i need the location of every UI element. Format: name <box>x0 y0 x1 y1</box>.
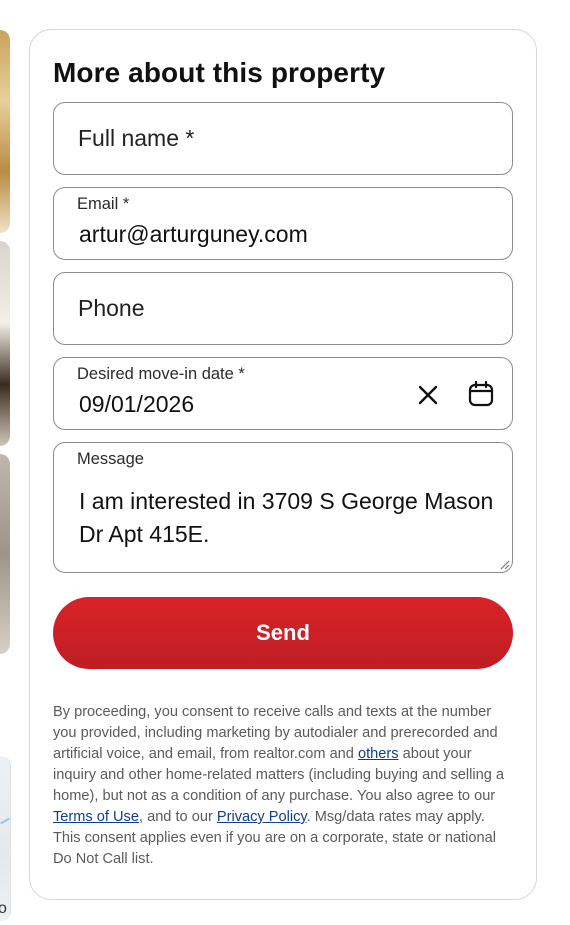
listing-photo[interactable] <box>0 454 10 654</box>
listing-photo[interactable] <box>0 30 10 233</box>
listing-photo[interactable] <box>0 241 10 446</box>
email-value[interactable]: artur@arturguney.com <box>79 221 308 248</box>
close-icon[interactable] <box>416 383 440 407</box>
send-button[interactable]: Send <box>53 597 513 669</box>
map-label-fragment: o <box>0 900 7 917</box>
form-title: More about this property <box>53 57 386 88</box>
move-in-date-label: Desired move-in date * <box>77 365 245 383</box>
email-label: Email * <box>77 195 130 213</box>
move-in-date-field[interactable]: Desired move-in date * 09/01/2026 <box>53 357 513 430</box>
message-label: Message <box>77 450 144 468</box>
resize-handle-icon[interactable] <box>498 558 510 570</box>
consent-disclaimer: By proceeding, you consent to receive ca… <box>53 702 515 870</box>
phone-placeholder: Phone <box>78 295 145 321</box>
message-value[interactable]: I am interested in 3709 S George Mason D… <box>79 485 499 551</box>
move-in-date-value[interactable]: 09/01/2026 <box>79 391 194 418</box>
map-preview[interactable] <box>0 756 11 921</box>
privacy-policy-link[interactable]: Privacy Policy <box>217 809 307 825</box>
page: o More about this property Full name * E… <box>0 0 570 925</box>
listing-photos-strip: o <box>0 0 11 925</box>
message-field[interactable]: Message I am interested in 3709 S George… <box>53 442 513 573</box>
email-field[interactable]: Email * artur@arturguney.com <box>53 187 513 260</box>
phone-field[interactable]: Phone <box>53 272 513 345</box>
terms-of-use-link[interactable]: Terms of Use <box>53 809 139 825</box>
calendar-icon[interactable] <box>467 380 495 408</box>
others-link[interactable]: others <box>358 746 399 762</box>
consent-text-3: , and to our <box>138 809 217 825</box>
full-name-field[interactable]: Full name * <box>53 102 513 175</box>
full-name-placeholder: Full name * <box>78 125 195 151</box>
